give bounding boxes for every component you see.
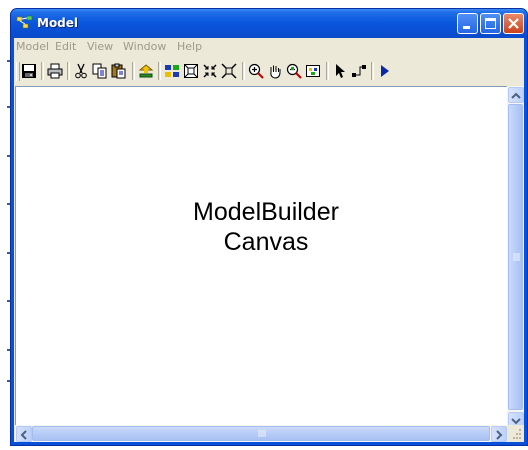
toolbar-grip[interactable]	[16, 62, 20, 81]
toolbar	[14, 56, 524, 86]
toolbar-separator	[242, 62, 245, 80]
full-extent-button[interactable]	[183, 63, 199, 79]
canvas-label: ModelBuilder Canvas	[136, 197, 396, 257]
paste-button[interactable]	[111, 63, 127, 79]
window-client: Model Edit View Window Help ModelBuilder…	[14, 38, 524, 442]
grip-icon	[513, 253, 520, 261]
scroll-left-button[interactable]	[16, 426, 32, 442]
zoom-in-fixed-button[interactable]	[202, 63, 218, 79]
zoom-out-fixed-icon	[221, 63, 237, 79]
maximize-icon	[485, 18, 496, 29]
pan-button[interactable]	[267, 63, 283, 79]
toolbar-separator	[41, 62, 44, 80]
horizontal-scrollbar[interactable]	[15, 425, 508, 442]
add-connection-icon	[352, 65, 366, 77]
window-title: Model	[37, 16, 79, 30]
print-button[interactable]	[47, 63, 63, 79]
run-button[interactable]	[377, 63, 393, 79]
full-extent-icon	[184, 64, 198, 78]
toolbar-separator	[67, 62, 70, 80]
close-button[interactable]	[503, 13, 524, 34]
chevron-left-icon	[20, 430, 27, 440]
copy-icon	[92, 63, 107, 79]
canvas-label-line2: Canvas	[223, 228, 309, 256]
menu-help[interactable]: Help	[177, 40, 202, 53]
toolbar-separator	[371, 62, 374, 80]
modelbuilder-canvas[interactable]: ModelBuilder Canvas	[15, 86, 509, 430]
cut-button[interactable]	[73, 63, 89, 79]
print-icon	[47, 63, 63, 79]
maximize-button[interactable]	[480, 13, 501, 34]
menu-model[interactable]: Model	[16, 40, 49, 53]
add-data-icon	[138, 64, 154, 78]
scroll-up-button[interactable]	[508, 87, 524, 103]
close-icon	[508, 18, 519, 29]
menu-view[interactable]: View	[87, 40, 113, 53]
overview-icon	[306, 65, 320, 77]
menu-edit[interactable]: Edit	[55, 40, 76, 53]
resize-grip-icon	[513, 429, 521, 439]
pan-icon	[270, 65, 281, 79]
vertical-scrollbar[interactable]	[507, 86, 524, 429]
select-button[interactable]	[332, 63, 348, 79]
cut-icon	[75, 63, 87, 79]
add-data-button[interactable]	[138, 63, 154, 79]
copy-button[interactable]	[92, 63, 108, 79]
zoom-in-icon	[248, 63, 264, 79]
menu-window[interactable]: Window	[123, 40, 166, 53]
title-bar[interactable]: Model	[11, 9, 527, 38]
overview-button[interactable]	[305, 63, 321, 79]
zoom-out-icon	[286, 63, 302, 79]
zoom-out-button[interactable]	[286, 63, 302, 79]
toolbar-separator	[326, 62, 329, 80]
auto-layout-button[interactable]	[164, 63, 180, 79]
vertical-scroll-thumb[interactable]	[508, 104, 523, 410]
toolbar-separator	[132, 62, 135, 80]
scroll-right-button[interactable]	[491, 426, 507, 442]
grip-icon	[258, 430, 266, 437]
save-icon	[22, 64, 36, 78]
minimize-button[interactable]	[457, 13, 478, 34]
select-icon	[336, 64, 345, 78]
minimize-icon	[463, 26, 470, 29]
zoom-in-button[interactable]	[248, 63, 264, 79]
model-window: Model Model Edit View Window Help ModelB…	[10, 8, 528, 446]
paste-icon	[111, 63, 126, 79]
chevron-up-icon	[511, 92, 521, 99]
zoom-out-fixed-button[interactable]	[221, 63, 237, 79]
save-button[interactable]	[21, 63, 37, 79]
zoom-in-fixed-icon	[203, 64, 217, 78]
add-connection-button[interactable]	[351, 63, 367, 79]
run-icon	[381, 65, 389, 77]
chevron-right-icon	[496, 430, 503, 440]
horizontal-scroll-thumb[interactable]	[32, 426, 490, 441]
toolbar-separator	[158, 62, 161, 80]
menu-bar: Model Edit View Window Help	[14, 38, 524, 56]
auto-layout-icon	[165, 65, 179, 77]
model-app-icon	[16, 15, 34, 31]
canvas-label-line1: ModelBuilder	[193, 198, 339, 226]
resize-grip[interactable]	[507, 425, 524, 442]
